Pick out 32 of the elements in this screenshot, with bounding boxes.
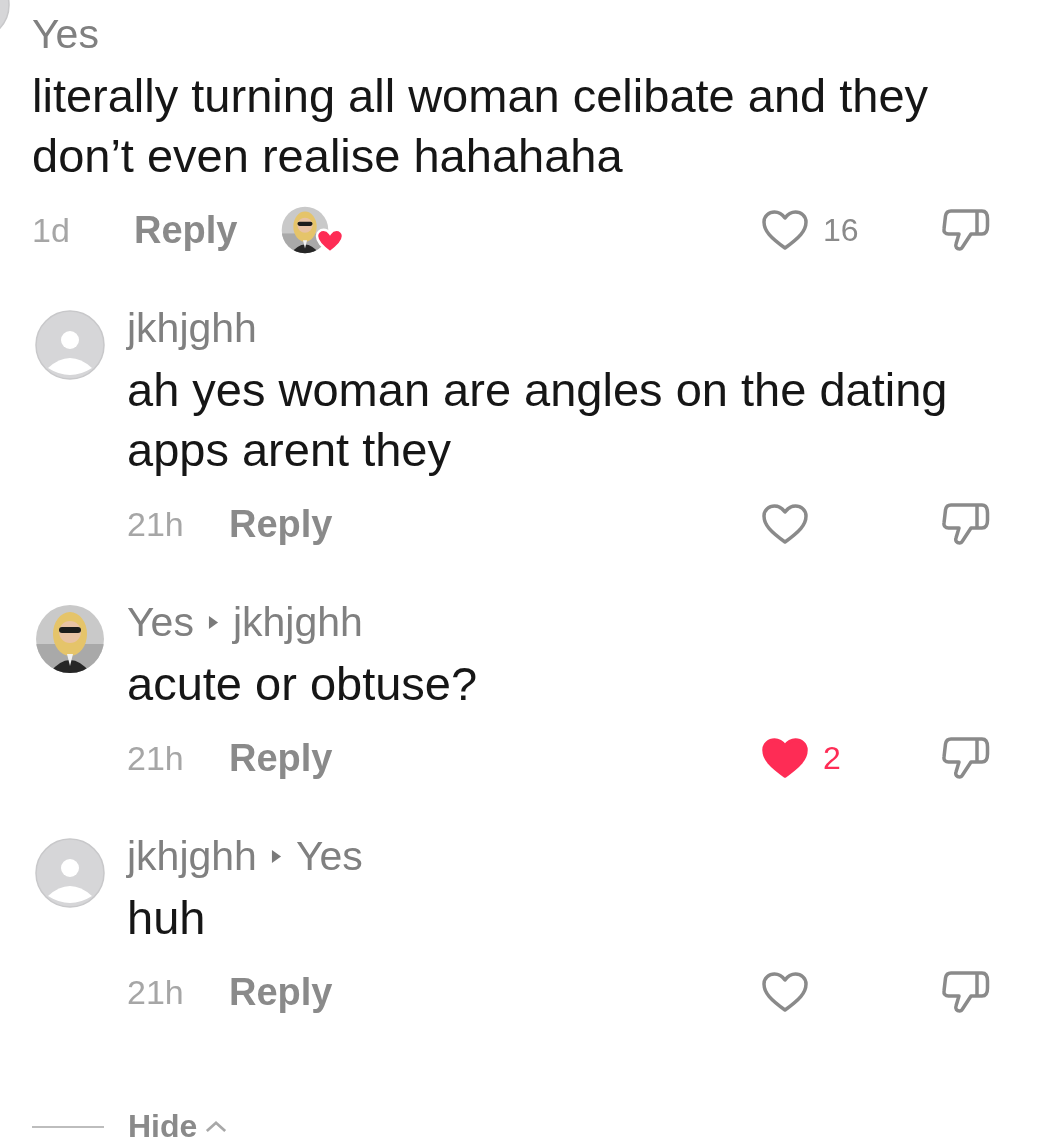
timestamp: 21h (127, 738, 185, 778)
comment-text: ah yes woman are angles on the dating apps arent they (127, 362, 949, 478)
username[interactable]: Yes (295, 832, 363, 880)
like-count: 2 (823, 739, 841, 777)
comment-text: huh (127, 890, 207, 946)
comment-text: literally turning all woman celibate and they don’t even realise hahahaha (32, 68, 930, 184)
hide-replies-button[interactable]: Hide (128, 1108, 228, 1143)
dislike-icon[interactable] (941, 207, 991, 253)
like-count: 16 (823, 211, 859, 249)
timestamp: 21h (127, 972, 185, 1012)
caret-icon (207, 614, 219, 630)
dislike-icon[interactable] (941, 735, 991, 781)
heart-icon[interactable] (761, 737, 809, 779)
reply-button[interactable]: Reply (134, 208, 238, 252)
heart-icon[interactable] (761, 209, 809, 251)
reply-button[interactable]: Reply (229, 502, 333, 546)
reply-button[interactable]: Reply (229, 970, 333, 1014)
username[interactable]: jkhjghh (232, 598, 363, 646)
username[interactable]: Yes (32, 10, 991, 58)
heart-icon[interactable] (761, 503, 809, 545)
timestamp: 21h (127, 504, 185, 544)
caret-icon (270, 848, 282, 864)
username[interactable]: jkhjghh (127, 304, 257, 352)
username[interactable]: Yes (127, 598, 194, 646)
dislike-icon[interactable] (941, 501, 991, 547)
comment-text: acute or obtuse? (127, 656, 479, 712)
dislike-icon[interactable] (941, 969, 991, 1015)
chevron-up-icon (205, 1120, 228, 1133)
heart-icon[interactable] (761, 971, 809, 1013)
timestamp: 1d (32, 210, 71, 250)
reply-button[interactable]: Reply (229, 736, 333, 780)
username[interactable]: jkhjghh (127, 832, 257, 880)
